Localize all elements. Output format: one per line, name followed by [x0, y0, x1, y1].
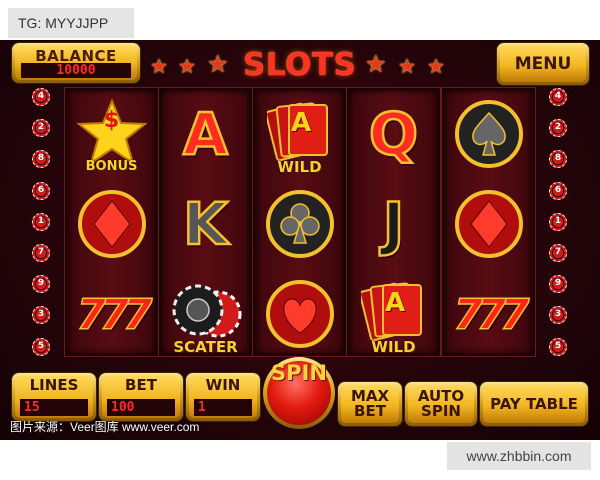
star-icon: ★	[398, 54, 416, 78]
star-icon: ★	[207, 50, 229, 78]
wild-symbol: A WILD	[349, 270, 438, 358]
win-display: WIN 1	[186, 373, 260, 421]
win-value: 1	[194, 399, 252, 416]
jack-glyph: J	[381, 190, 405, 258]
lines-value: 15	[20, 399, 88, 416]
sevens-symbol: 777	[444, 270, 533, 358]
diamond-symbol	[67, 180, 156, 268]
payline-chip[interactable]: 9	[32, 275, 50, 294]
wild-symbol: A WILD	[255, 90, 344, 178]
scatter-symbol: SCATER	[161, 270, 250, 358]
watermark-top: TG: MYYJJPP	[8, 8, 134, 38]
wild-label: WILD	[371, 338, 416, 356]
king-glyph: K	[182, 190, 229, 258]
diamond-icon	[77, 190, 146, 258]
payline-chip[interactable]: 1	[32, 212, 50, 231]
payline-chip[interactable]: 6	[32, 181, 50, 200]
ace-symbol: A	[161, 90, 250, 178]
reel-4: Q J A WILD	[347, 88, 440, 356]
ace-glyph: A	[182, 100, 229, 168]
payline-chip[interactable]: 2	[32, 119, 50, 138]
sevens-glyph: 777	[76, 289, 153, 340]
payline-indicators-left: 4 2 8 6 1 7 9 3 5	[32, 88, 50, 369]
sevens-symbol: 777	[67, 270, 156, 358]
scatter-label: SCATER	[173, 338, 238, 356]
auto-spin-label-line-2: SPIN	[421, 402, 461, 420]
heart-icon	[265, 280, 334, 348]
bonus-symbol: $ BONUS	[67, 90, 156, 178]
spin-button[interactable]: SPIN	[263, 357, 335, 429]
game-title: SLOTS	[243, 47, 357, 83]
pay-table-label: PAY TABLE	[483, 385, 585, 423]
club-icon	[265, 190, 334, 258]
max-bet-label-line-2: BET	[354, 402, 386, 420]
auto-spin-button[interactable]: AUTO SPIN	[405, 382, 477, 426]
diamond-symbol	[444, 180, 533, 268]
payline-chip[interactable]: 3	[549, 306, 567, 325]
reel-2: A K SCATER	[159, 88, 252, 356]
payline-chip[interactable]: 3	[32, 306, 50, 325]
spin-label: SPIN	[267, 361, 331, 425]
balance-value: 10000	[21, 63, 131, 78]
club-symbol	[255, 180, 344, 268]
lines-label: LINES	[29, 376, 79, 394]
pay-table-button[interactable]: PAY TABLE	[480, 382, 588, 426]
payline-chip[interactable]: 8	[32, 150, 50, 169]
bet-control[interactable]: BET 100	[99, 373, 183, 421]
star-icon: ★	[427, 54, 445, 78]
wild-label: WILD	[277, 158, 322, 176]
reel-1: $ BONUS 777	[65, 88, 158, 356]
payline-chip[interactable]: 4	[549, 88, 567, 106]
star-icon: ★	[178, 54, 196, 78]
bet-value: 100	[107, 399, 175, 416]
king-symbol: K	[161, 180, 250, 268]
spade-symbol	[444, 90, 533, 178]
menu-label: MENU	[500, 46, 586, 82]
jack-symbol: J	[349, 180, 438, 268]
max-bet-button[interactable]: MAX BET	[338, 382, 402, 426]
bet-label: BET	[125, 376, 157, 394]
reel-5: 777	[442, 88, 535, 356]
queen-symbol: Q	[349, 90, 438, 178]
watermark-bottom: www.zhbbin.com	[447, 442, 591, 470]
reel-3: A WILD	[253, 88, 346, 356]
payline-chip[interactable]: 8	[549, 150, 567, 169]
title-row: ★ ★ ★ SLOTS ★ ★ ★	[145, 44, 455, 86]
payline-chip[interactable]: 7	[549, 243, 567, 262]
chips-icon	[172, 284, 241, 338]
diamond-icon	[454, 190, 523, 258]
card-ace-glyph: A	[385, 288, 406, 318]
payline-chip[interactable]: 5	[32, 337, 50, 356]
dollar-icon: $	[103, 108, 120, 133]
star-icon: ★	[365, 50, 387, 78]
payline-chip[interactable]: 2	[549, 119, 567, 138]
payline-chip[interactable]: 9	[549, 275, 567, 294]
payline-chip[interactable]: 5	[549, 337, 567, 356]
balance-display: BALANCE 10000	[12, 43, 140, 83]
sevens-glyph: 777	[453, 289, 530, 340]
payline-indicators-right: 4 2 8 6 1 7 9 3 5	[549, 88, 567, 369]
payline-chip[interactable]: 6	[549, 181, 567, 200]
queen-glyph: Q	[368, 100, 420, 168]
card-ace-glyph: A	[291, 108, 312, 138]
bonus-label: BONUS	[85, 159, 138, 174]
star-icon: ★	[150, 54, 168, 78]
payline-chip[interactable]: 4	[32, 88, 50, 106]
heart-symbol	[255, 270, 344, 358]
payline-chip[interactable]: 1	[549, 212, 567, 231]
menu-button[interactable]: MENU	[497, 43, 589, 85]
lines-control[interactable]: LINES 15	[12, 373, 96, 421]
win-label: WIN	[205, 376, 241, 394]
spade-icon	[454, 100, 523, 168]
payline-chip[interactable]: 7	[32, 243, 50, 262]
image-credit: 图片来源：Veer图库 www.veer.com	[10, 420, 200, 434]
